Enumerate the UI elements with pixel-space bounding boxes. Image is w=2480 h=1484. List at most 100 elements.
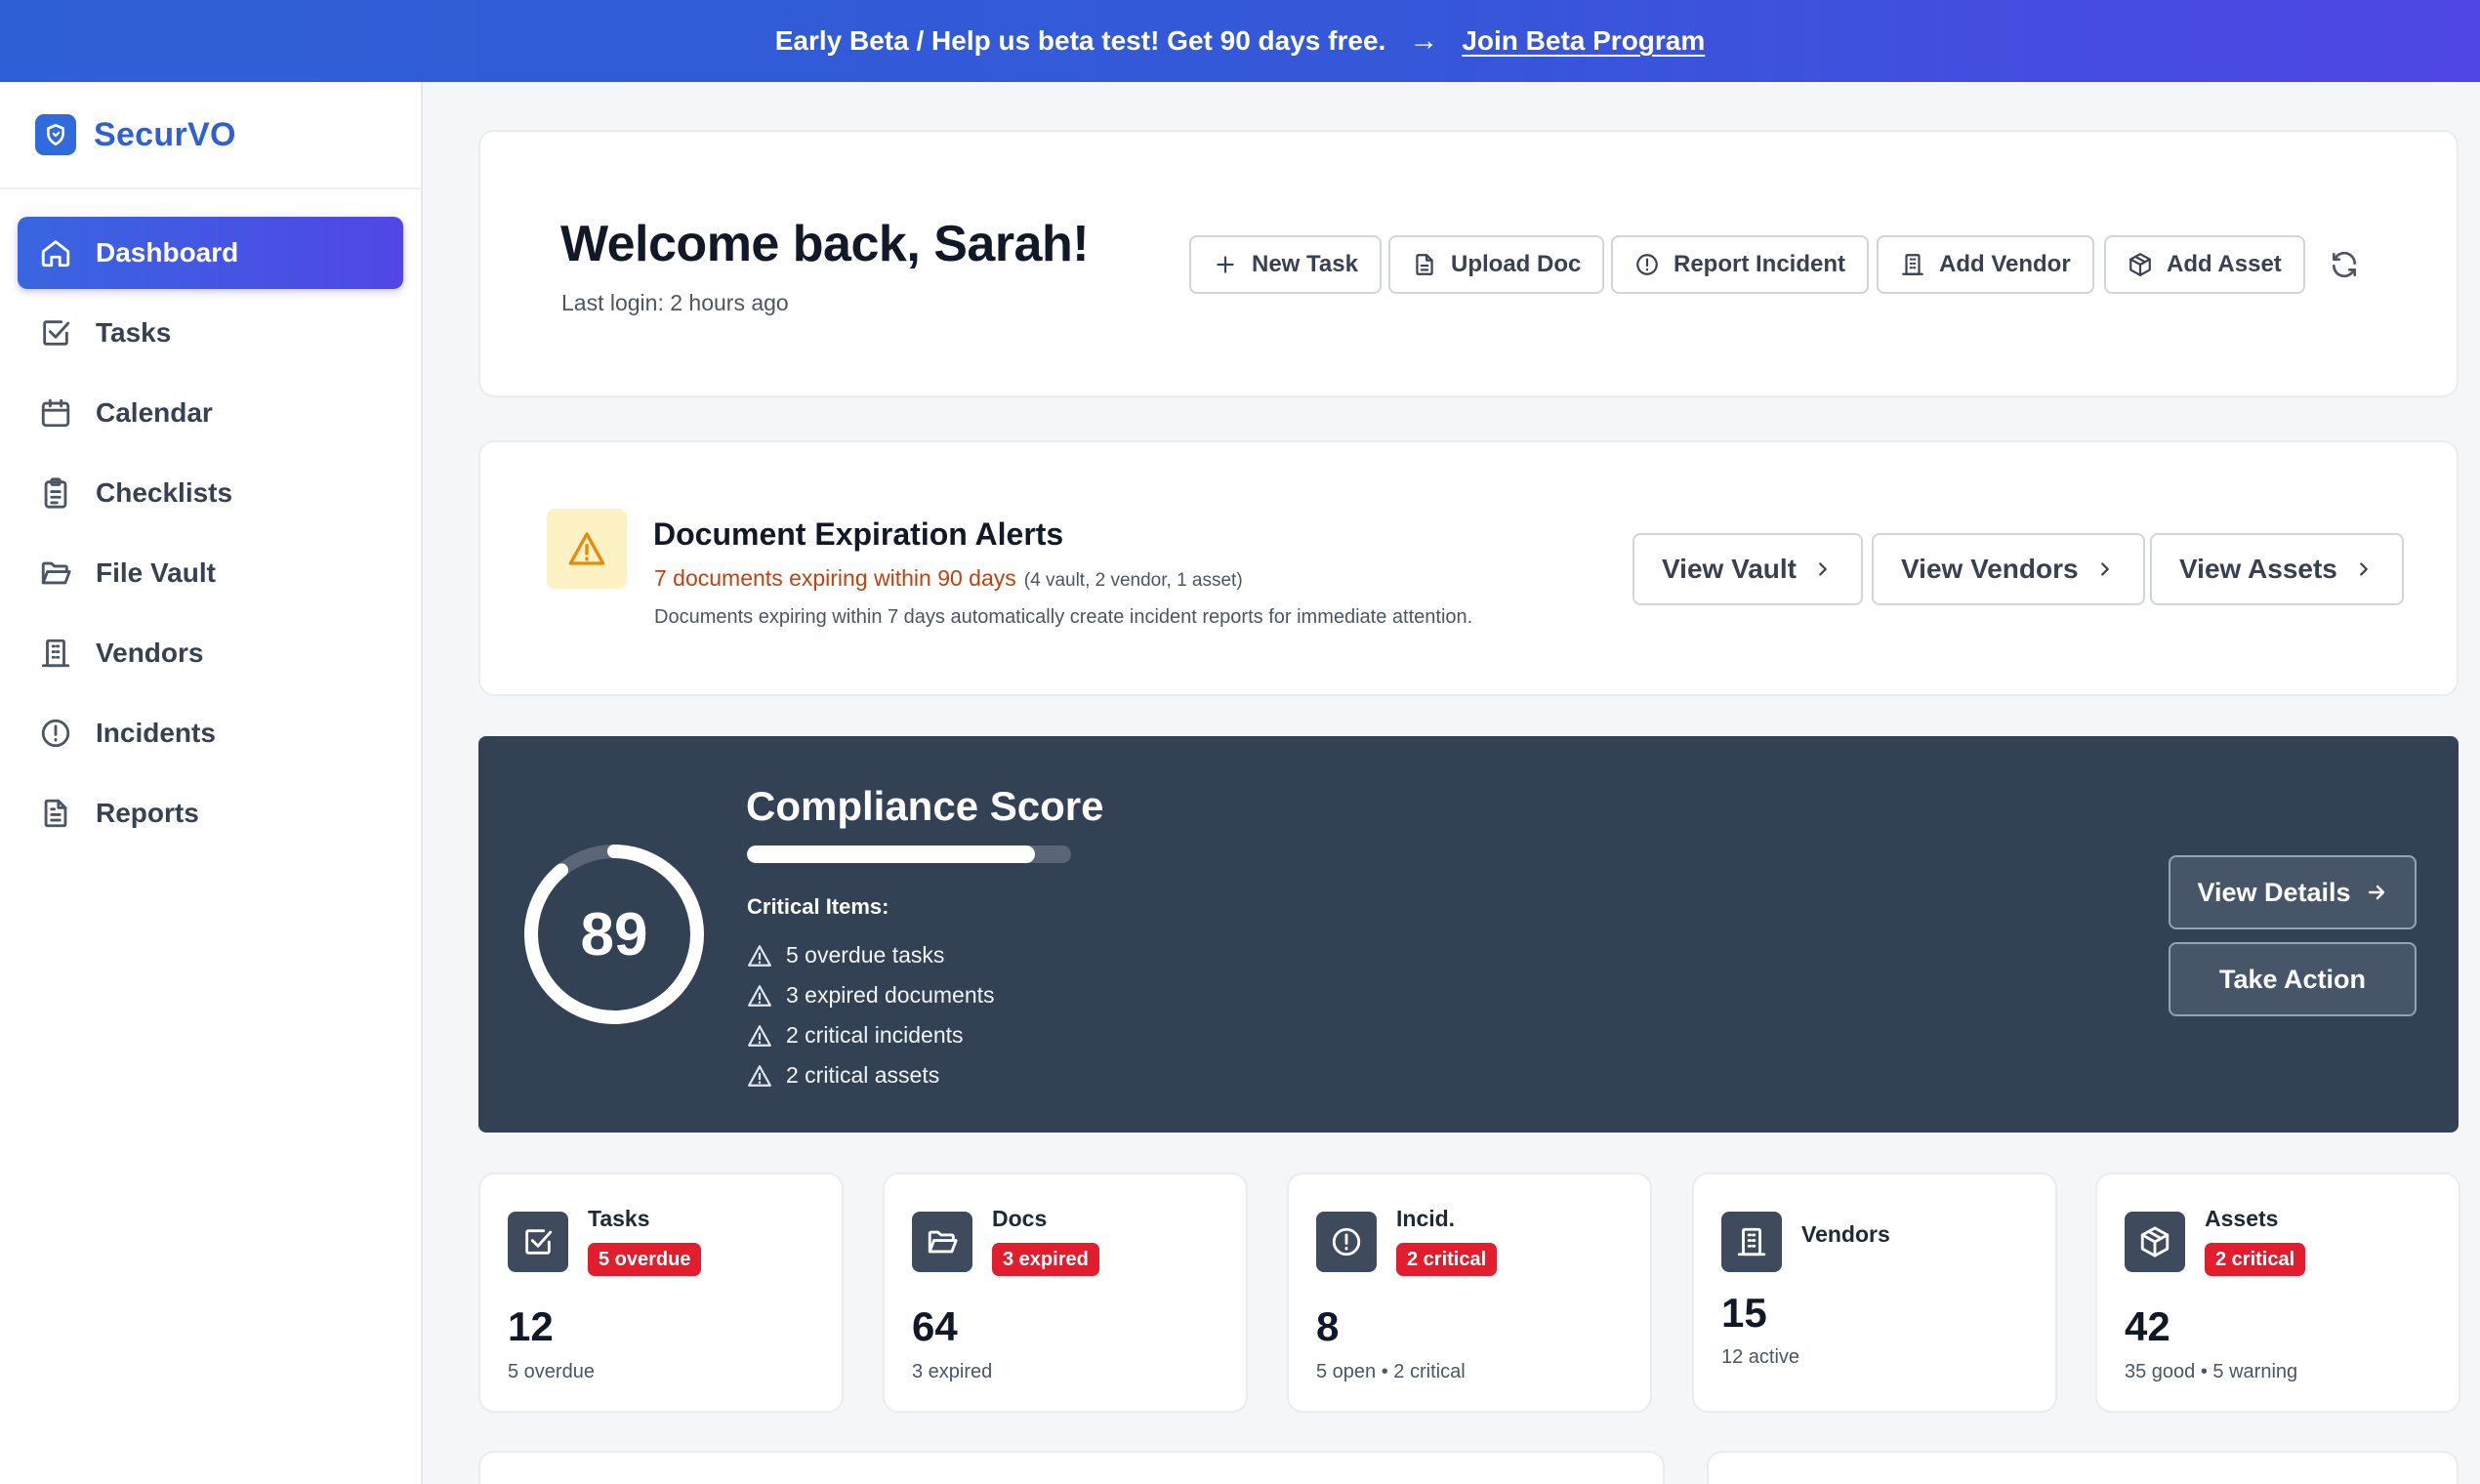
brand[interactable]: SecurVO <box>0 82 421 189</box>
stat-footnote: 5 overdue <box>508 1361 595 1382</box>
take-action-button[interactable]: Take Action <box>2169 942 2417 1016</box>
banner-text: Early Beta / Help us beta test! Get 90 d… <box>774 25 1386 56</box>
sidebar-item-label: Vendors <box>96 638 204 668</box>
package-icon <box>2129 253 2151 276</box>
welcome-title: Welcome back, Sarah! <box>560 216 1090 272</box>
button-label: View Details <box>2197 877 2351 907</box>
stat-label: Tasks <box>588 1206 650 1231</box>
sidebar-item-label: Reports <box>96 798 199 828</box>
stat-card-incidents[interactable]: Incid. 2 critical 8 5 open • 2 critical <box>1287 1173 1652 1413</box>
sidebar-item-incidents[interactable]: Incidents <box>18 697 403 769</box>
button-label: View Vault <box>1662 554 1797 584</box>
view-details-button[interactable]: View Details <box>2169 855 2417 929</box>
home-icon <box>41 240 70 268</box>
beta-banner: Early Beta / Help us beta test! Get 90 d… <box>0 0 2480 82</box>
add-asset-button[interactable]: Add Asset <box>2104 235 2305 294</box>
file-text-icon <box>44 799 67 828</box>
status-badge: 3 expired <box>992 1243 1099 1276</box>
stat-footnote: 35 good • 5 warning <box>2125 1361 2298 1382</box>
stat-card-vendors[interactable]: Vendors 15 12 active <box>1692 1173 2057 1413</box>
sidebar-item-file-vault[interactable]: File Vault <box>18 537 403 609</box>
stat-footnote: 3 expired <box>912 1361 993 1382</box>
stat-icon-box <box>1721 1212 1782 1272</box>
stat-value: 8 <box>1316 1303 1340 1349</box>
refresh-icon[interactable] <box>2329 249 2360 280</box>
building-icon <box>41 639 70 668</box>
alert-circle-icon <box>1636 254 1658 275</box>
alerts-summary: 7 documents expiring within 90 days (4 va… <box>654 565 1243 592</box>
critical-item-label: 2 critical assets <box>786 1062 940 1088</box>
sidebar-item-label: Calendar <box>96 397 213 428</box>
stat-footnote: 5 open • 2 critical <box>1316 1361 1466 1382</box>
checkbox-icon <box>43 320 70 346</box>
button-label: Add Asset <box>2167 251 2282 277</box>
critical-item: 5 overdue tasks <box>747 935 995 975</box>
building-icon <box>1902 254 1923 275</box>
view-vendors-button[interactable]: View Vendors <box>1872 533 2145 605</box>
stat-card-tasks[interactable]: Tasks 5 overdue 12 5 overdue <box>478 1173 844 1413</box>
warning-icon <box>748 984 771 1007</box>
stat-value: 64 <box>912 1303 958 1349</box>
warning-icon <box>748 944 771 967</box>
last-login: Last login: 2 hours ago <box>561 290 789 315</box>
arrow-right-icon <box>2368 885 2384 900</box>
view-assets-button[interactable]: View Assets <box>2150 533 2404 605</box>
report-incident-button[interactable]: Report Incident <box>1611 235 1870 294</box>
stat-icon-box <box>1316 1212 1377 1272</box>
score-progress-fill <box>747 845 1036 863</box>
stat-value: 15 <box>1721 1290 1767 1336</box>
critical-items-title: Critical Items: <box>747 894 889 919</box>
stat-icon-box <box>912 1212 972 1272</box>
stat-value: 42 <box>2125 1303 2170 1349</box>
stat-card-assets[interactable]: Assets 2 critical 42 35 good • 5 warning <box>2095 1173 2460 1413</box>
stat-label: Docs <box>992 1206 1048 1231</box>
critical-items-list: 5 overdue tasks 3 expired documents 2 cr… <box>747 935 995 1095</box>
sidebar-item-checklists[interactable]: Checklists <box>18 457 403 529</box>
status-badge: 5 overdue <box>588 1243 702 1276</box>
sidebar-item-label: Checklists <box>96 477 233 508</box>
folder-open-icon <box>928 1230 958 1254</box>
clipboard-list-icon <box>44 477 67 509</box>
sidebar-item-vendors[interactable]: Vendors <box>18 617 403 689</box>
plus-icon <box>1217 256 1234 273</box>
package-icon <box>2140 1226 2170 1257</box>
alerts-note: Documents expiring within 7 days automat… <box>654 606 1473 628</box>
building-icon <box>1737 1227 1766 1257</box>
score-value: 89 <box>580 900 648 969</box>
stat-footnote: 12 active <box>1721 1346 1800 1368</box>
status-badge: 2 critical <box>1396 1243 1498 1276</box>
sidebar-item-tasks[interactable]: Tasks <box>18 297 403 369</box>
critical-item: 2 critical incidents <box>747 1015 995 1055</box>
score-progress-bar <box>747 845 1071 863</box>
chevron-right-icon <box>1819 562 1827 576</box>
new-task-button[interactable]: New Task <box>1189 235 1382 294</box>
button-label: Report Incident <box>1674 251 1846 277</box>
lower-card-right <box>1707 1451 2459 1484</box>
sidebar: SecurVO Dashboard Tasks Calendar Checkli… <box>0 82 423 1484</box>
view-vault-button[interactable]: View Vault <box>1633 533 1863 605</box>
file-text-icon <box>1416 254 1433 275</box>
arrow-right-icon: → <box>1409 24 1439 57</box>
stat-value: 12 <box>508 1303 554 1349</box>
lower-card-left <box>478 1451 1665 1484</box>
sidebar-item-calendar[interactable]: Calendar <box>18 377 403 449</box>
sidebar-item-dashboard[interactable]: Dashboard <box>18 217 403 289</box>
document-expiration-alerts: Document Expiration Alerts 7 documents e… <box>478 440 2459 696</box>
stat-card-docs[interactable]: Docs 3 expired 64 3 expired <box>883 1173 1248 1413</box>
critical-item-label: 5 overdue tasks <box>786 942 945 968</box>
join-beta-link[interactable]: Join Beta Program <box>1462 25 1705 57</box>
alerts-title: Document Expiration Alerts <box>653 516 1064 552</box>
shield-logo-icon <box>35 114 76 155</box>
stat-icon-box <box>508 1212 568 1272</box>
welcome-card: Welcome back, Sarah! Last login: 2 hours… <box>478 130 2459 397</box>
folder-open-icon <box>41 561 71 585</box>
stat-label: Assets <box>2205 1206 2279 1231</box>
upload-doc-button[interactable]: Upload Doc <box>1388 235 1605 294</box>
button-label: Take Action <box>2218 964 2367 994</box>
add-vendor-button[interactable]: Add Vendor <box>1877 235 2094 294</box>
button-label: Add Vendor <box>1939 251 2071 277</box>
critical-item: 3 expired documents <box>747 975 995 1015</box>
critical-item-label: 3 expired documents <box>786 982 995 1008</box>
chevron-right-icon <box>2360 562 2368 576</box>
sidebar-item-reports[interactable]: Reports <box>18 777 403 849</box>
